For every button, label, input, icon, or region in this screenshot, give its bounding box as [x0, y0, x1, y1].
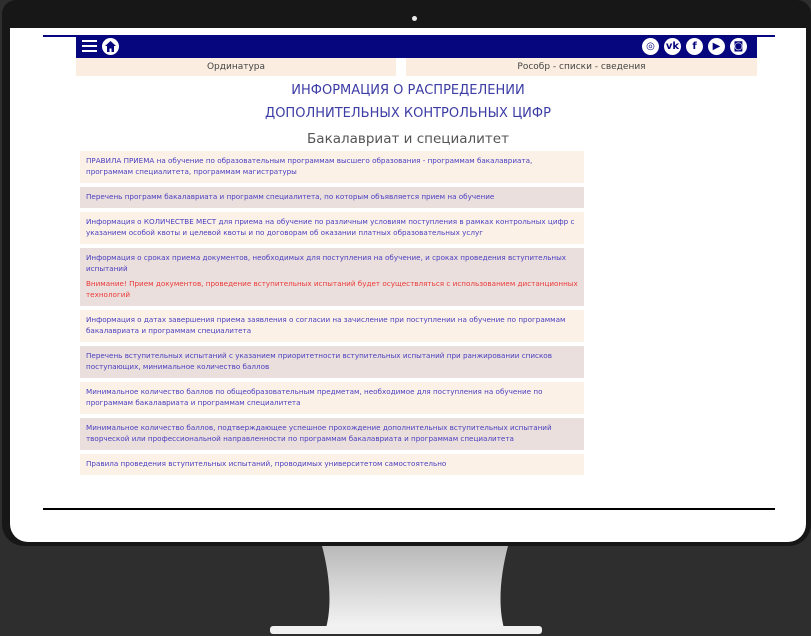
warning-notice: Внимание! Прием документов, проведение в… — [86, 279, 578, 299]
vk-icon[interactable]: vk — [664, 38, 681, 55]
facebook-icon[interactable]: f — [686, 38, 703, 55]
menu-icon[interactable] — [82, 40, 97, 53]
list-item[interactable]: Правила проведения вступительных испытан… — [80, 454, 584, 479]
nav-link-rosobr[interactable]: Рособр - списки - сведения — [406, 58, 757, 76]
page-title-line1: ИНФОРМАЦИЯ О РАСПРЕДЕЛЕНИИ — [291, 83, 525, 98]
page-title-line2: ДОПОЛНИТЕЛЬНЫХ КОНТРОЛЬНЫХ ЦИФР — [265, 106, 551, 121]
list-item[interactable]: Информация о КОЛИЧЕСТВЕ МЕСТ для приема … — [80, 212, 584, 248]
list-item[interactable]: Информация о сроках приема документов, н… — [80, 248, 584, 310]
social-links: ◎ vk f ▶ ◙ — [642, 38, 747, 55]
list-item-link[interactable]: Перечень программ бакалавриата и програм… — [86, 192, 494, 201]
list-item-link[interactable]: ПРАВИЛА ПРИЕМА на обучение по образовате… — [86, 156, 532, 176]
list-item[interactable]: Минимальное количество баллов по общеобр… — [80, 382, 584, 418]
secondary-nav: Ординатура Рособр - списки - сведения — [76, 58, 757, 76]
nav-link-ordinatura[interactable]: Ординатура — [76, 58, 396, 76]
list-item-link[interactable]: Минимальное количество баллов по общеобр… — [86, 387, 542, 407]
list-item-link[interactable]: Минимальное количество баллов, подтвержд… — [86, 423, 552, 443]
list-item[interactable]: Перечень вступительных испытаний с указа… — [80, 346, 584, 382]
instagram-icon[interactable]: ◎ — [642, 38, 659, 55]
rss-icon[interactable]: ◙ — [730, 38, 747, 55]
list-item[interactable]: Информация о датах завершения приема зая… — [80, 310, 584, 346]
list-item-link[interactable]: Правила проведения вступительных испытан… — [86, 459, 446, 468]
list-item-link[interactable]: Перечень вступительных испытаний с указа… — [86, 351, 552, 371]
screen: ◎ vk f ▶ ◙ Ординатура Рособр - списки - … — [10, 28, 806, 542]
monitor-frame: ◎ vk f ▶ ◙ Ординатура Рособр - списки - … — [2, 0, 811, 546]
list-item-link[interactable]: Информация о КОЛИЧЕСТВЕ МЕСТ для приема … — [86, 217, 574, 237]
list-item-link[interactable]: Информация о сроках приема документов, н… — [86, 253, 566, 273]
bottom-divider — [43, 508, 775, 510]
home-icon[interactable] — [102, 38, 119, 55]
youtube-icon[interactable]: ▶ — [708, 38, 725, 55]
monitor-base — [270, 626, 542, 634]
section-subtitle: Бакалавриат и специалитет — [307, 131, 509, 147]
list-item[interactable]: Перечень программ бакалавриата и програм… — [80, 187, 584, 212]
list-item[interactable]: Минимальное количество баллов, подтвержд… — [80, 418, 584, 454]
list-item[interactable]: ПРАВИЛА ПРИЕМА на обучение по образовате… — [80, 151, 584, 187]
list-item-link[interactable]: Информация о датах завершения приема зая… — [86, 315, 565, 335]
top-navbar: ◎ vk f ▶ ◙ — [76, 36, 757, 58]
monitor-stand — [322, 546, 508, 628]
document-list: ПРАВИЛА ПРИЕМА на обучение по образовате… — [80, 151, 584, 479]
camera-dot — [412, 16, 417, 21]
